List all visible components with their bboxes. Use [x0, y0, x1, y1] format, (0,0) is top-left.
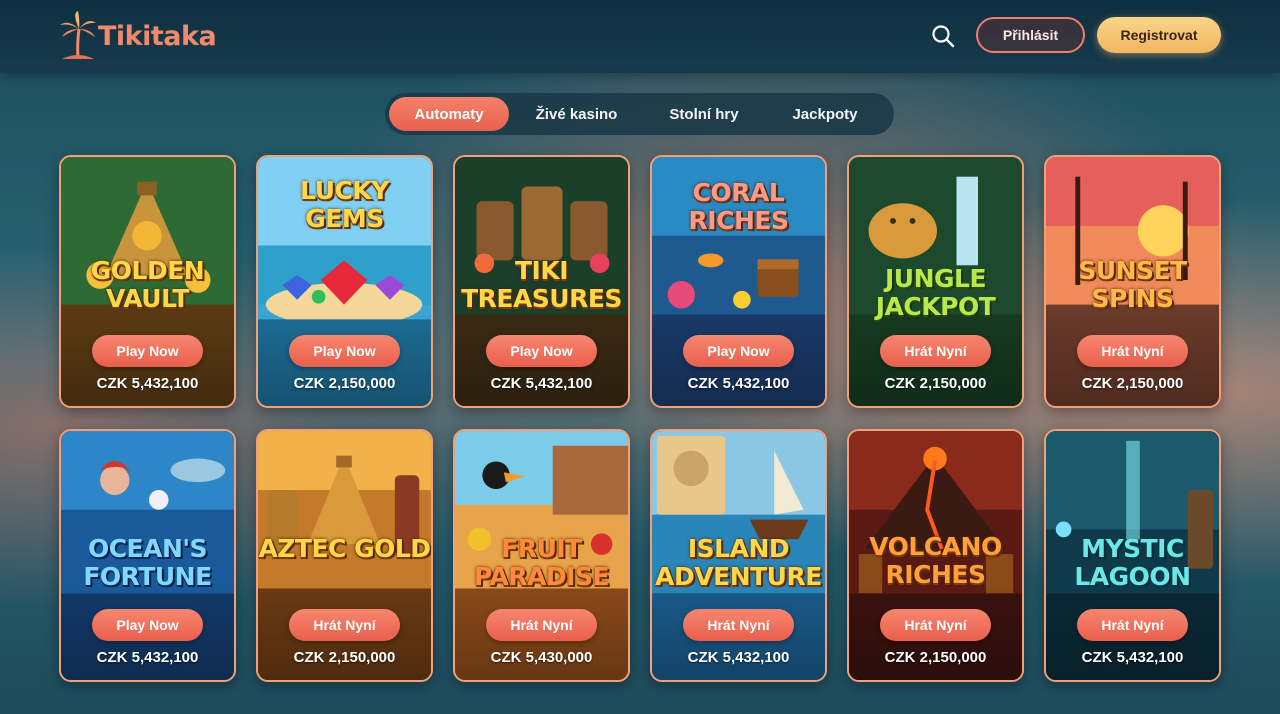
register-button[interactable]: Registrovat	[1097, 17, 1221, 53]
game-card-aztec-gold[interactable]: AZTEC GOLD Hrát Nyní CZK 2,150,000	[256, 429, 433, 682]
jackpot-amount: CZK 2,150,000	[293, 375, 396, 392]
game-card-jungle-jackpot[interactable]: JUNGLE JACKPOT Hrát Nyní CZK 2,150,000	[847, 155, 1024, 408]
play-button[interactable]: Hrát Nyní	[683, 609, 794, 641]
jackpot-amount: CZK 2,150,000	[884, 375, 987, 392]
jackpot-amount: CZK 2,150,000	[1081, 375, 1184, 392]
tab-automaty[interactable]: Automaty	[389, 97, 509, 131]
brand-name: Tikitaka	[98, 20, 217, 52]
game-title: JUNGLE JACKPOT	[875, 264, 996, 321]
search-icon[interactable]	[930, 23, 956, 49]
jackpot-amount: CZK 5,432,100	[687, 375, 790, 392]
play-button[interactable]: Play Now	[92, 609, 203, 641]
play-button[interactable]: Hrát Nyní	[880, 609, 991, 641]
game-card-volcano-riches[interactable]: VOLCANO RICHES Hrát Nyní CZK 2,150,000	[847, 429, 1024, 682]
jackpot-amount: CZK 2,150,000	[293, 649, 396, 666]
jackpot-amount: CZK 5,432,100	[687, 649, 790, 666]
game-card-golden-vault[interactable]: GOLDEN VAULT Play Now CZK 5,432,100	[59, 155, 236, 408]
brand-logo[interactable]: Tikitaka	[58, 10, 217, 62]
jackpot-amount: CZK 2,150,000	[884, 649, 987, 666]
tab-stolni-hry[interactable]: Stolní hry	[644, 97, 764, 131]
jackpot-amount: CZK 5,430,000	[490, 649, 593, 666]
game-card-fruit-paradise[interactable]: FRUIT PARADISE Hrát Nyní CZK 5,430,000	[453, 429, 630, 682]
jackpot-amount: CZK 5,432,100	[1081, 649, 1184, 666]
play-button[interactable]: Hrát Nyní	[1077, 609, 1188, 641]
category-tabs: Automaty Živé kasino Stolní hry Jackpoty	[385, 93, 894, 135]
jackpot-amount: CZK 5,432,100	[490, 375, 593, 392]
game-title: FRUIT PARADISE	[473, 534, 610, 591]
game-card-mystic-lagoon[interactable]: MYSTIC LAGOON Hrát Nyní CZK 5,432,100	[1044, 429, 1221, 682]
play-button[interactable]: Hrát Nyní	[289, 609, 400, 641]
game-title: LUCKY GEMS	[300, 176, 389, 233]
jackpot-amount: CZK 5,432,100	[96, 375, 199, 392]
top-header: Tikitaka Přihlásit Registrovat	[0, 0, 1280, 73]
play-button[interactable]: Hrát Nyní	[486, 609, 597, 641]
game-title: VOLCANO RICHES	[869, 532, 1002, 589]
play-button[interactable]: Hrát Nyní	[1077, 335, 1188, 367]
tab-zive-kasino[interactable]: Živé kasino	[509, 97, 644, 131]
play-button[interactable]: Play Now	[683, 335, 794, 367]
login-button[interactable]: Přihlásit	[976, 17, 1085, 53]
play-button[interactable]: Hrát Nyní	[880, 335, 991, 367]
game-title: MYSTIC LAGOON	[1074, 534, 1191, 591]
game-card-sunset-spins[interactable]: SUNSET SPINS Hrát Nyní CZK 2,150,000	[1044, 155, 1221, 408]
game-card-coral-riches[interactable]: CORAL RICHES Play Now CZK 5,432,100	[650, 155, 827, 408]
palm-tree-logo-icon	[60, 11, 96, 60]
game-title: GOLDEN VAULT	[90, 256, 205, 313]
game-card-lucky-gems[interactable]: LUCKY GEMS Play Now CZK 2,150,000	[256, 155, 433, 408]
game-title: OCEAN'S FORTUNE	[83, 534, 212, 591]
play-button[interactable]: Play Now	[289, 335, 400, 367]
game-title: ISLAND ADVENTURE	[655, 534, 822, 591]
game-title: TIKI TREASURES	[461, 256, 622, 313]
game-title: SUNSET SPINS	[1078, 256, 1187, 313]
game-card-oceans-fortune[interactable]: OCEAN'S FORTUNE Play Now CZK 5,432,100	[59, 429, 236, 682]
game-card-island-adventure[interactable]: ISLAND ADVENTURE Hrát Nyní CZK 5,432,100	[650, 429, 827, 682]
tab-jackpoty[interactable]: Jackpoty	[764, 97, 886, 131]
play-button[interactable]: Play Now	[92, 335, 203, 367]
game-title: CORAL RICHES	[688, 178, 789, 235]
play-button[interactable]: Play Now	[486, 335, 597, 367]
game-title: AZTEC GOLD	[258, 534, 431, 563]
jackpot-amount: CZK 5,432,100	[96, 649, 199, 666]
game-card-tiki-treasures[interactable]: TIKI TREASURES Play Now CZK 5,432,100	[453, 155, 630, 408]
